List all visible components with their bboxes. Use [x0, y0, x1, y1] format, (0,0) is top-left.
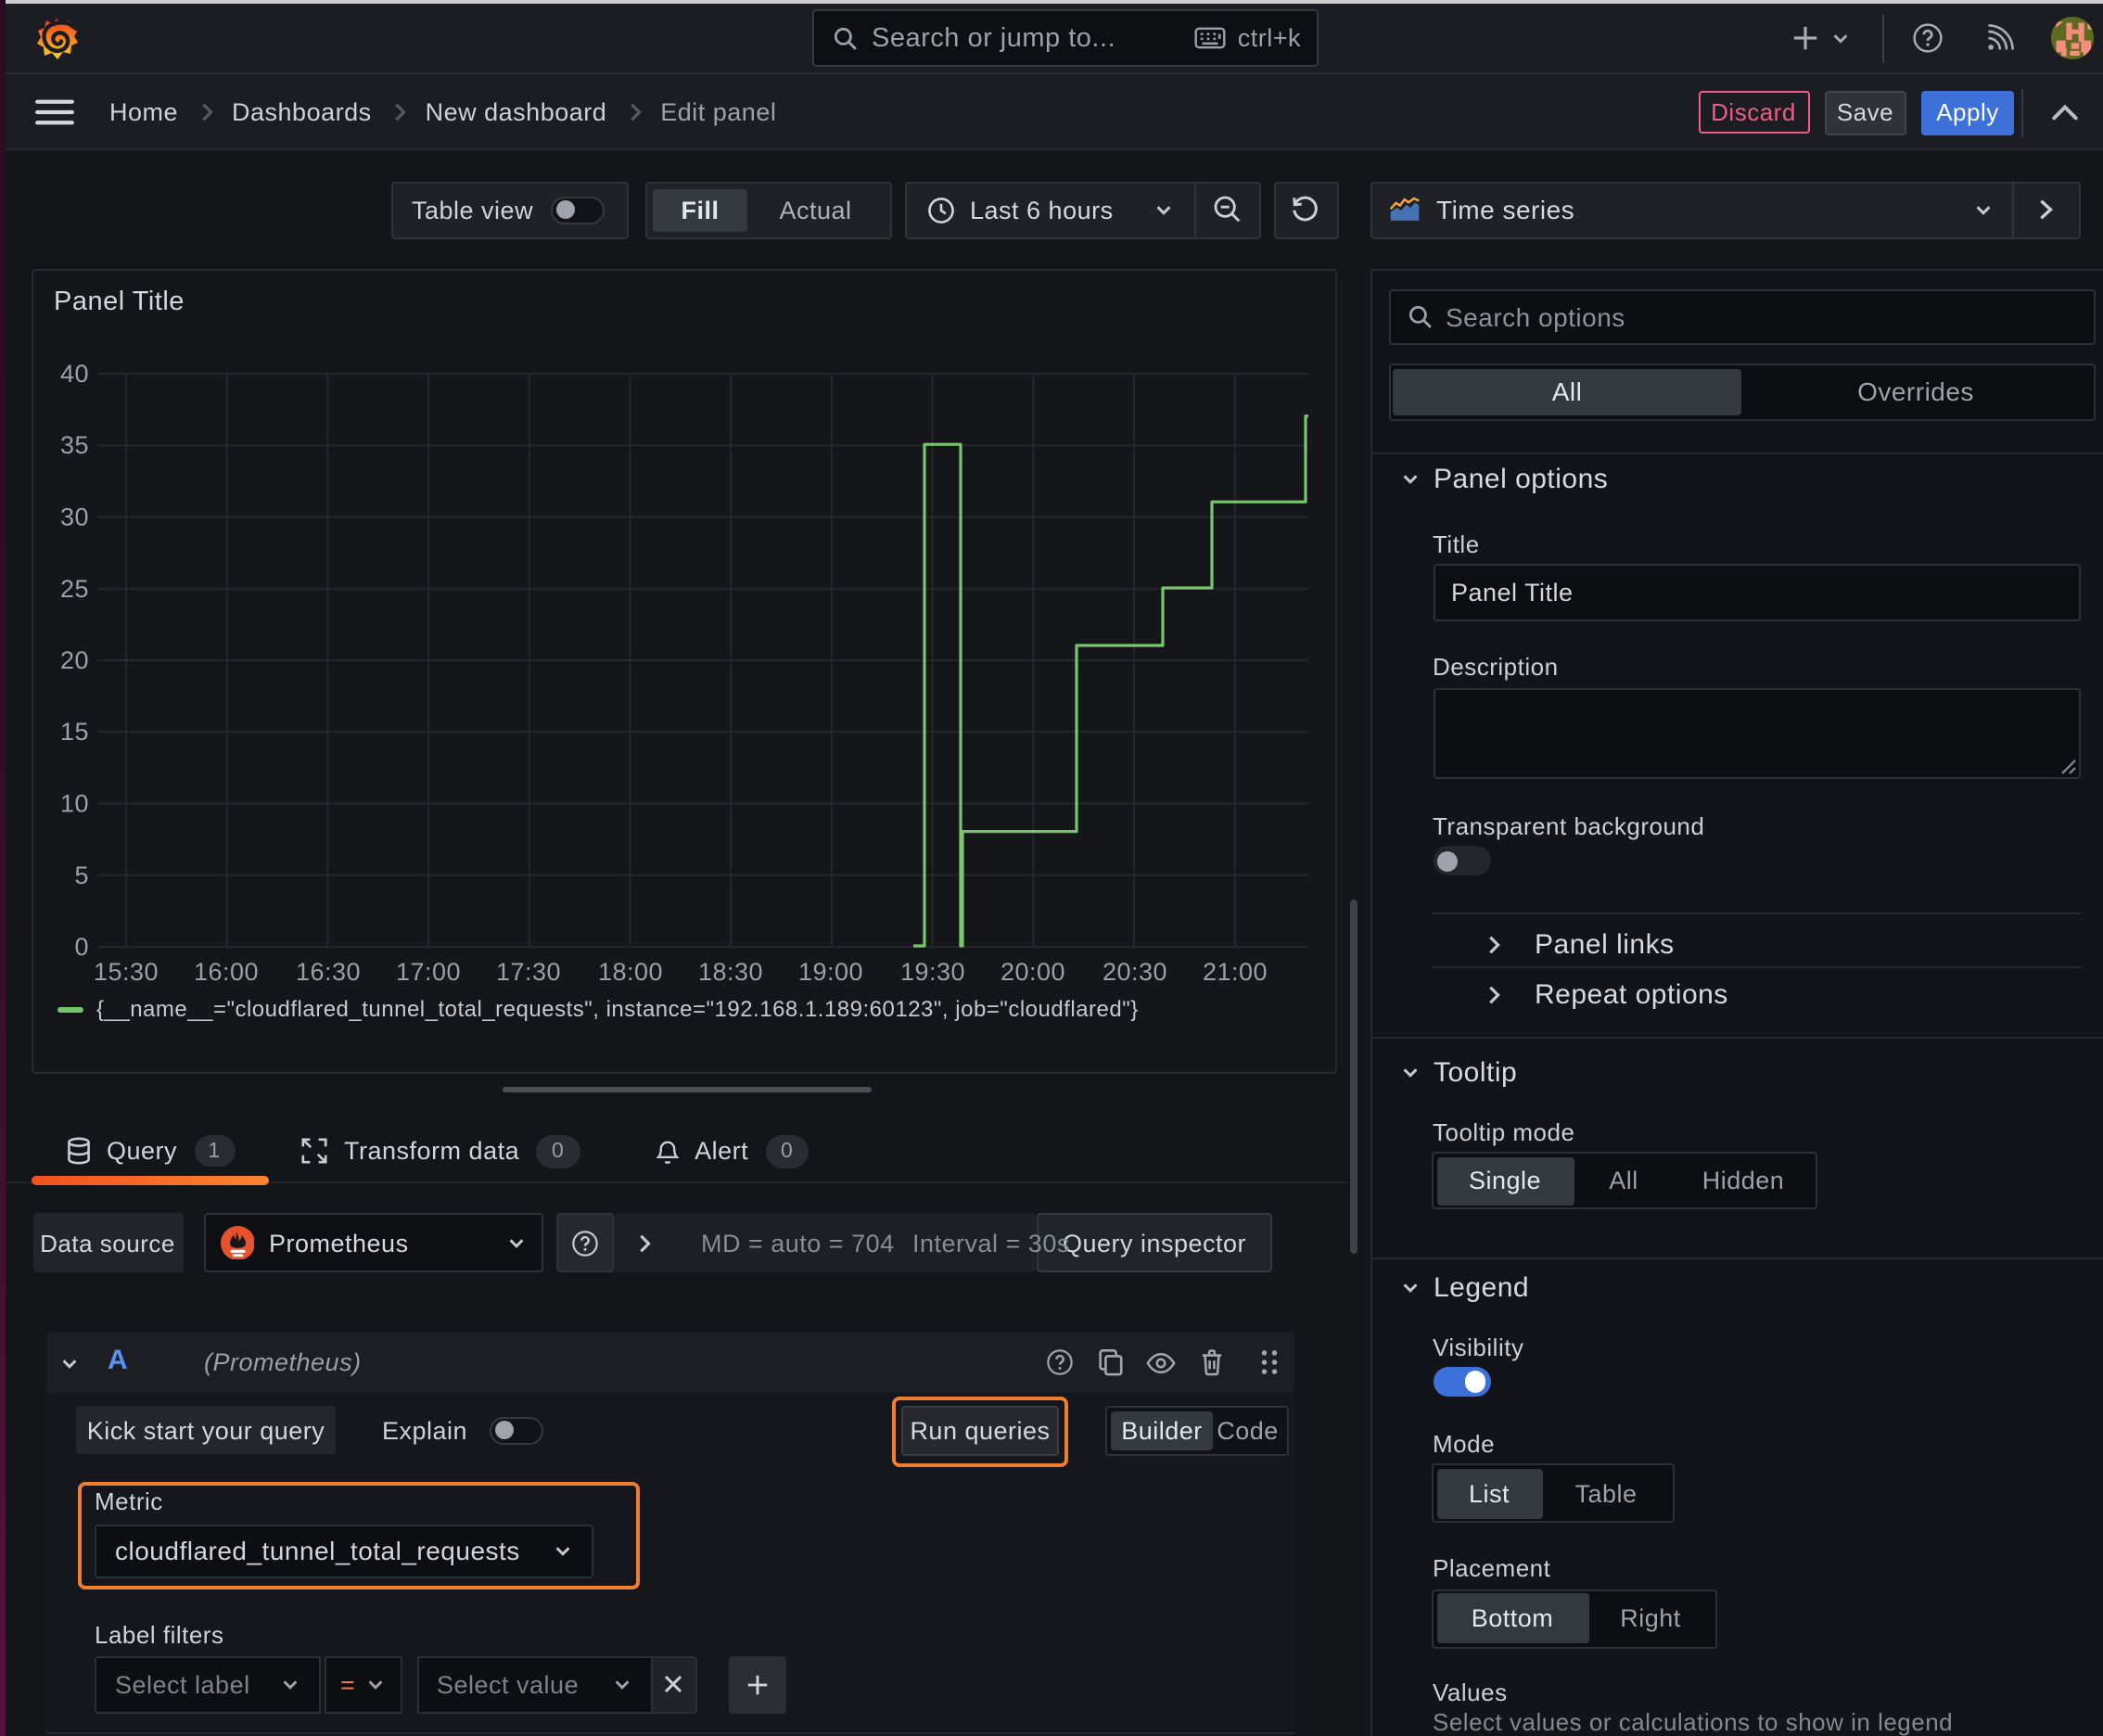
svg-text:20:30: 20:30: [1102, 958, 1167, 986]
svg-text:0: 0: [74, 933, 89, 961]
svg-text:20: 20: [60, 646, 89, 674]
svg-text:20:00: 20:00: [1001, 958, 1065, 986]
svg-text:16:30: 16:30: [296, 958, 361, 986]
svg-text:18:00: 18:00: [598, 958, 663, 986]
svg-text:17:30: 17:30: [496, 958, 561, 986]
svg-text:17:00: 17:00: [396, 958, 461, 986]
svg-text:16:00: 16:00: [194, 958, 259, 986]
svg-text:19:00: 19:00: [798, 958, 863, 986]
svg-text:19:30: 19:30: [900, 958, 965, 986]
svg-text:40: 40: [60, 360, 89, 388]
svg-text:21:00: 21:00: [1203, 958, 1268, 986]
svg-text:5: 5: [74, 862, 89, 889]
svg-text:35: 35: [60, 431, 89, 459]
svg-text:25: 25: [60, 575, 89, 603]
svg-text:15: 15: [60, 718, 89, 746]
svg-text:30: 30: [60, 504, 89, 531]
svg-text:10: 10: [60, 790, 89, 818]
svg-text:18:30: 18:30: [698, 958, 763, 986]
svg-text:15:30: 15:30: [94, 958, 159, 986]
